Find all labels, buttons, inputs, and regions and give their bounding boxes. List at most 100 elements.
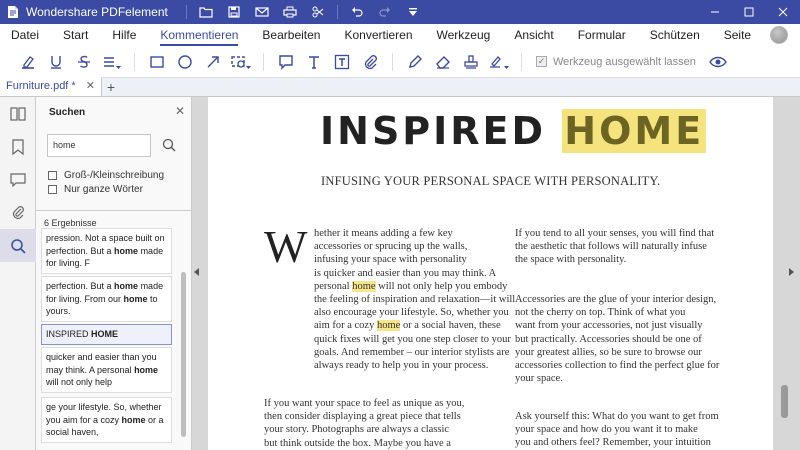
result-line: may think. A personal home bbox=[46, 364, 167, 377]
print-icon[interactable] bbox=[281, 3, 299, 21]
eye-icon[interactable] bbox=[704, 50, 732, 74]
window-controls bbox=[698, 0, 800, 24]
search-result-item[interactable]: pression. Not a space built on perfection… bbox=[41, 228, 172, 274]
search-result-item[interactable]: quicker and easier than you may think. A … bbox=[41, 347, 172, 393]
result-line: INSPIRED HOME bbox=[46, 328, 167, 341]
text-line: infusing your space with personality bbox=[314, 253, 515, 266]
attachments-icon[interactable] bbox=[0, 196, 36, 229]
search-input[interactable]: home bbox=[47, 134, 151, 157]
thumbnails-icon[interactable] bbox=[0, 97, 36, 130]
keep-tool-selected-checkbox[interactable]: ✓ Werkzeug ausgewählt lassen bbox=[536, 56, 696, 68]
match-case-checkbox[interactable]: Groß-/Kleinschreibung bbox=[48, 170, 164, 181]
result-text: for living. From our bbox=[46, 293, 124, 304]
save-icon[interactable] bbox=[225, 3, 243, 21]
tab-furniture[interactable]: Furniture.pdf * ✕ bbox=[0, 77, 102, 96]
separator bbox=[263, 52, 264, 71]
redo-icon[interactable] bbox=[376, 3, 394, 21]
comment-toolbar: ✓ Werkzeug ausgewählt lassen bbox=[0, 46, 800, 78]
close-panel-icon[interactable]: ✕ bbox=[175, 104, 185, 118]
typewriter-icon[interactable] bbox=[300, 50, 328, 74]
search-result-item[interactable]: INSPIRED HOME bbox=[41, 324, 172, 345]
text-line: the space with personality. bbox=[515, 253, 714, 266]
text-line: also encourage your lifestyle. So, wheth… bbox=[314, 306, 515, 319]
stamp-icon[interactable] bbox=[457, 50, 485, 74]
search-highlight[interactable]: home bbox=[352, 280, 376, 292]
highlight-pen-icon[interactable] bbox=[14, 50, 42, 74]
menu-formular[interactable]: Formular bbox=[578, 24, 626, 46]
eraser-icon[interactable] bbox=[429, 50, 457, 74]
close-icon[interactable] bbox=[766, 0, 800, 24]
left-icon-rail bbox=[0, 97, 36, 450]
drop-cap: W bbox=[264, 221, 308, 272]
avatar[interactable] bbox=[770, 26, 788, 44]
minimize-icon[interactable] bbox=[698, 0, 732, 24]
maximize-icon[interactable] bbox=[732, 0, 766, 24]
pencil-icon[interactable] bbox=[401, 50, 429, 74]
underline-icon[interactable] bbox=[42, 50, 70, 74]
email-icon[interactable] bbox=[253, 3, 271, 21]
text-line: always ready to help you in your process… bbox=[314, 359, 515, 372]
new-tab-icon[interactable]: + bbox=[102, 77, 120, 96]
result-line: perfection. But a home made bbox=[46, 280, 167, 293]
separator bbox=[185, 5, 187, 19]
shapes-dropdown-icon[interactable] bbox=[227, 50, 255, 74]
menu-bearbeiten[interactable]: Bearbeiten bbox=[262, 24, 320, 46]
search-highlight[interactable]: home bbox=[376, 320, 401, 332]
comments-icon[interactable] bbox=[0, 163, 36, 196]
attachment-icon[interactable] bbox=[356, 50, 384, 74]
column-1-paragraph-1: hether it means adding a few key accessor… bbox=[314, 227, 515, 372]
title-highlight[interactable]: HOME bbox=[562, 109, 707, 153]
rectangle-icon[interactable] bbox=[143, 50, 171, 74]
search-icon[interactable] bbox=[0, 229, 36, 262]
text-line: then consider displaying a great piece t… bbox=[264, 410, 464, 423]
scissors-icon[interactable] bbox=[309, 3, 327, 21]
menu-start[interactable]: Start bbox=[63, 24, 88, 46]
separator bbox=[336, 5, 338, 19]
menu-werkzeug[interactable]: Werkzeug bbox=[437, 24, 491, 46]
ellipse-icon[interactable] bbox=[171, 50, 199, 74]
undo-icon[interactable] bbox=[348, 3, 366, 21]
search-panel: Suchen ✕ home Groß-/Kleinschreibung Nur … bbox=[36, 97, 192, 450]
arrow-icon[interactable] bbox=[199, 50, 227, 74]
text-run: hether it means adding a few key bbox=[314, 228, 453, 239]
match-case-label: Groß-/Kleinschreibung bbox=[64, 170, 165, 181]
menu-schuetzen[interactable]: Schützen bbox=[650, 24, 700, 46]
menu-seite[interactable]: Seite bbox=[724, 24, 751, 46]
menu-ansicht[interactable]: Ansicht bbox=[514, 24, 553, 46]
document-scrollbar-thumb[interactable] bbox=[781, 385, 788, 418]
menu-datei[interactable]: Datei bbox=[11, 24, 39, 46]
text-run: will not only help you embody bbox=[375, 280, 508, 292]
collapse-panel-arrow-icon[interactable] bbox=[194, 268, 199, 276]
keep-tool-selected-label: Werkzeug ausgewählt lassen bbox=[553, 55, 696, 68]
text-box-icon[interactable] bbox=[328, 50, 356, 74]
replace-text-icon[interactable] bbox=[98, 50, 126, 74]
menu-kommentieren[interactable]: Kommentieren bbox=[160, 24, 239, 46]
panel-title: Suchen bbox=[49, 107, 86, 118]
customize-dropdown-icon[interactable] bbox=[404, 3, 422, 21]
menu-hilfe[interactable]: Hilfe bbox=[112, 24, 136, 46]
text-line: personal home will not only help you emb… bbox=[314, 280, 515, 293]
result-text: to bbox=[147, 293, 158, 304]
result-line: you aim for a cozy home or a bbox=[46, 414, 167, 427]
open-folder-icon[interactable] bbox=[197, 3, 215, 21]
text-line: quick fixes will get you one step closer… bbox=[314, 333, 515, 346]
separator bbox=[392, 52, 393, 71]
bookmark-icon[interactable] bbox=[0, 130, 36, 163]
whole-words-checkbox[interactable]: Nur ganze Wörter bbox=[48, 184, 143, 195]
close-tab-icon[interactable]: ✕ bbox=[86, 77, 95, 96]
menu-konvertieren[interactable]: Konvertieren bbox=[344, 24, 412, 46]
app-logo-icon bbox=[6, 5, 20, 19]
results-scrollbar-thumb[interactable] bbox=[181, 272, 186, 437]
text-run: is quicker and easier than you may think… bbox=[314, 267, 497, 279]
text-line: the aesthetic that follows will naturall… bbox=[515, 240, 714, 253]
search-result-item[interactable]: perfection. But a home made for living. F… bbox=[41, 276, 172, 322]
text-line: If you tend to all your senses, you will… bbox=[515, 227, 714, 240]
expand-right-panel-arrow-icon[interactable] bbox=[789, 268, 794, 276]
signature-dropdown-icon[interactable] bbox=[485, 50, 513, 74]
sticky-note-icon[interactable] bbox=[272, 50, 300, 74]
text-run: goals. And remember – our interior styli… bbox=[314, 346, 510, 358]
search-button-icon[interactable] bbox=[162, 138, 176, 152]
search-result-item[interactable]: ge your lifestyle. So, whether you aim fo… bbox=[41, 397, 172, 443]
text-run: personal bbox=[314, 280, 353, 292]
strikethrough-icon[interactable] bbox=[70, 50, 98, 74]
